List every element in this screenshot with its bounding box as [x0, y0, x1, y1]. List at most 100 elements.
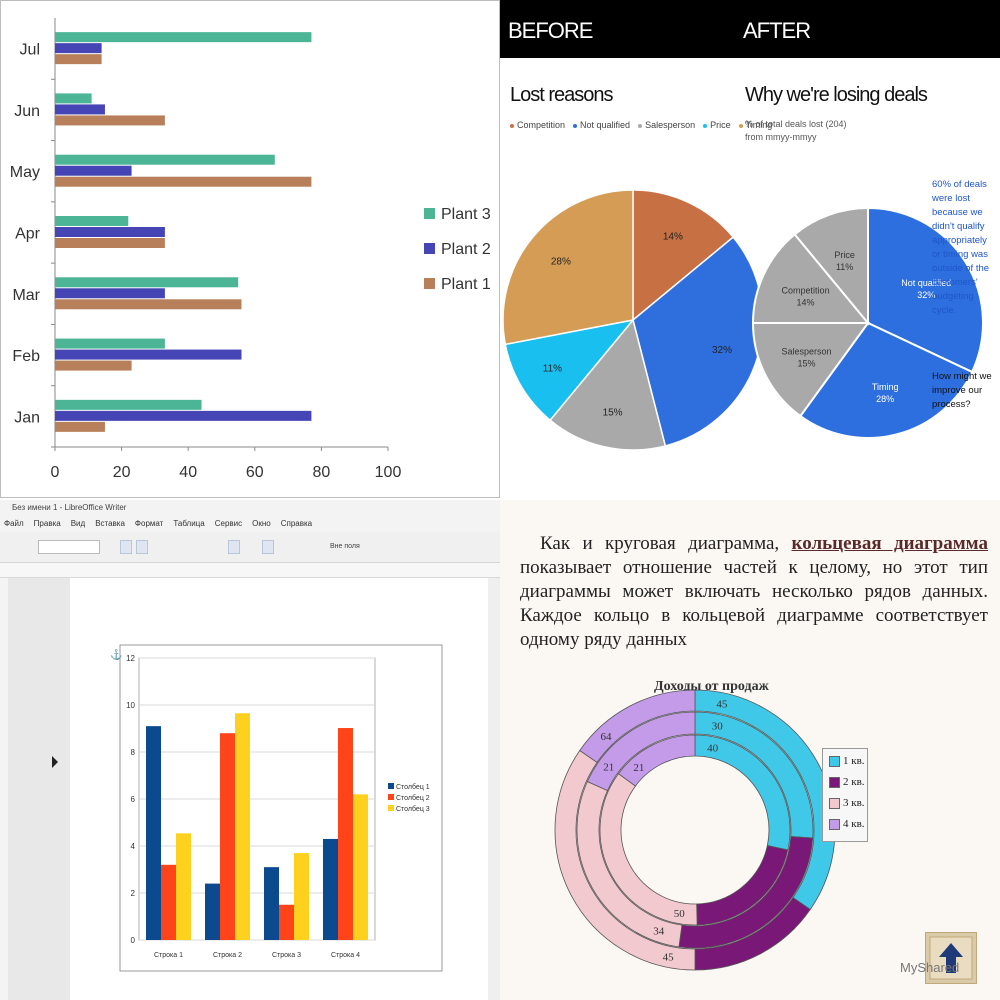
pie-value-label: 11% — [836, 262, 853, 272]
bar-plant-3 — [55, 216, 129, 226]
column-bar — [235, 713, 250, 940]
column-bar — [264, 867, 279, 940]
after-note: 60% of deals were lost because we didn't… — [932, 179, 990, 316]
legend-swatch — [829, 797, 840, 809]
pie-value-label: 11% — [543, 364, 562, 375]
mouse-cursor-icon — [52, 756, 58, 768]
horizontal-bar-chart: 0 20 40 60 80 100 Jan Feb Mar Apr May Jun Jul Plant 3… — [10, 18, 491, 481]
legend-label: Plant 2 — [441, 241, 491, 258]
bar-plant-1 — [55, 54, 102, 65]
x-tick-label: Строка 2 — [213, 952, 242, 959]
legend-swatch — [424, 208, 435, 219]
writer-panel: Без имени 1 - LibreOffice Writer Файл Пра… — [0, 500, 500, 1000]
legend-item: 4 кв. — [829, 818, 865, 830]
bar-plant-2 — [55, 104, 105, 115]
category-label: Jan — [14, 409, 40, 426]
bar-plant-3 — [55, 338, 165, 349]
legend-item: 3 кв. — [829, 797, 865, 809]
bar-plant-1 — [55, 360, 132, 371]
column-bar — [146, 726, 161, 940]
y-tick-label: 4 — [131, 842, 136, 851]
bar-plant-2 — [55, 43, 102, 54]
column-bar — [161, 864, 176, 940]
x-tick-label: 80 — [313, 464, 331, 481]
x-tick-label: 20 — [113, 464, 131, 481]
doughnut-value-label: 45 — [716, 698, 728, 710]
legend-label: Plant 3 — [441, 206, 491, 223]
column-bar — [205, 883, 220, 940]
watermark-text: MyShared — [900, 960, 960, 975]
legend-swatch — [829, 776, 840, 788]
pie-value-label: 14% — [663, 231, 683, 242]
y-tick-label: 12 — [126, 654, 135, 663]
pie-value-label: 28% — [551, 256, 571, 267]
column-bar — [338, 728, 353, 940]
legend-swatch — [424, 243, 435, 254]
bar-plant-2 — [55, 410, 312, 421]
column-chart: 0 2 4 6 8 10 12 Строка 1 Строка 2 Строка 3 Строка … — [52, 644, 443, 972]
doughnut-value-label: 21 — [603, 762, 614, 774]
x-tick-label: Строка 4 — [331, 952, 360, 959]
pie-value-label: Salesperson — [781, 346, 831, 356]
legend-swatch — [388, 805, 394, 811]
category-label: Mar — [12, 287, 40, 304]
legend-label: Столбец 1 — [396, 783, 430, 791]
bar-plant-2 — [55, 227, 165, 237]
y-tick-label: 0 — [131, 936, 136, 945]
pie-value-label: 15% — [798, 358, 816, 368]
category-label: May — [10, 164, 40, 181]
doughnut-value-label: 64 — [601, 731, 613, 743]
legend-item: 2 кв. — [829, 776, 865, 788]
pie-value-label: 14% — [797, 298, 815, 308]
bar-plant-2 — [55, 288, 165, 299]
x-tick-label: 100 — [375, 464, 402, 481]
pie-charts: 14%32%15%11%28%Not qualified32%Timing28%… — [502, 189, 984, 451]
doughnut-value-label: 21 — [633, 762, 644, 774]
legend-item: 1 кв. — [829, 755, 865, 767]
bar-plant-3 — [55, 93, 92, 104]
column-bar — [279, 904, 294, 940]
category-label: Jun — [14, 103, 40, 120]
pie-value-label: 32% — [712, 345, 732, 356]
column-bar — [176, 833, 191, 940]
arrow-up-icon — [929, 936, 973, 980]
category-label: Apr — [15, 226, 41, 243]
bar-plant-3 — [55, 32, 312, 43]
category-label: Jul — [20, 42, 40, 59]
y-tick-label: 10 — [126, 701, 135, 710]
bar-chart-panel: 0 20 40 60 80 100 Jan Feb Mar Apr May Jun Jul Plant 3… — [0, 0, 500, 500]
y-tick-label: 6 — [131, 795, 136, 804]
legend-swatch — [829, 755, 840, 767]
doughnut-value-label: 34 — [653, 926, 665, 938]
bar-plant-1 — [55, 176, 312, 187]
upload-logo-icon — [925, 932, 977, 984]
y-tick-label: 2 — [131, 889, 136, 898]
anchor-icon: ⚓ — [110, 648, 122, 661]
legend-label: Столбец 2 — [396, 794, 430, 802]
x-tick-label: Строка 1 — [154, 952, 183, 959]
doughnut-value-label: 40 — [707, 742, 719, 754]
x-tick-label: 40 — [179, 464, 197, 481]
doughnut-value-label: 45 — [663, 952, 675, 964]
pie-value-label: Timing — [872, 382, 899, 392]
bar-plant-3 — [55, 277, 239, 288]
column-bar — [353, 794, 368, 940]
bar-plant-1 — [55, 299, 242, 310]
x-tick-label: Строка 3 — [272, 952, 301, 959]
column-bar — [323, 838, 338, 940]
legend-swatch — [388, 794, 394, 800]
pie-comparison-panel: BEFORE AFTER Lost reasons Why we're losi… — [500, 0, 1000, 500]
doughnut-chart: 45 45 64 30 34 21 40 50 21 — [554, 689, 836, 971]
doughnut-value-label: 30 — [712, 720, 724, 732]
legend-label: Столбец 3 — [396, 805, 430, 813]
pie-value-label: Price — [834, 250, 855, 260]
legend-swatch — [424, 278, 435, 289]
doughnut-value-label: 50 — [674, 908, 686, 920]
doughnut-panel: Как и круговая диаграмма, кольцевая диаг… — [500, 500, 1000, 1000]
bar-plant-1 — [55, 115, 165, 126]
legend-swatch — [388, 783, 394, 789]
bar-plant-1 — [55, 238, 165, 248]
bar-plant-3 — [55, 154, 275, 165]
pie-value-label: Competition — [782, 286, 830, 296]
y-tick-label: 8 — [131, 748, 136, 757]
